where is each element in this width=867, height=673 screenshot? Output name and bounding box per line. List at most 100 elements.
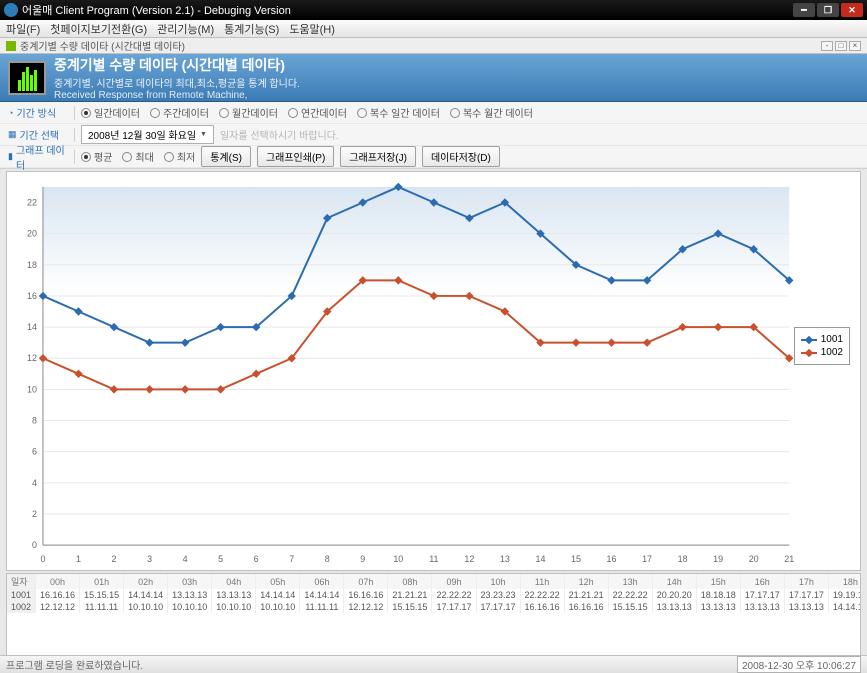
- radio-dot: [357, 108, 367, 118]
- radio-일간데이터[interactable]: 일간데이터: [81, 105, 140, 120]
- legend-label-1002: 1002: [821, 347, 843, 358]
- radio-연간데이터[interactable]: 연간데이터: [288, 105, 347, 120]
- line-chart-svg: 0246810121416182022012345678910111213141…: [7, 172, 860, 570]
- radio-최대[interactable]: 최대: [122, 149, 153, 164]
- legend-label-1001: 1001: [821, 334, 843, 345]
- date-hint: 일자를 선택하시기 바랍니다.: [220, 127, 339, 142]
- menu-help[interactable]: 도움말(H): [289, 21, 335, 37]
- svg-text:6: 6: [32, 447, 37, 457]
- radio-월간데이터[interactable]: 월간데이터: [219, 105, 278, 120]
- radio-dot: [81, 152, 91, 162]
- header-panel: 중계기별 수량 데이타 (시간대별 데이타) 중계기별, 시간별로 데이타의 최…: [0, 54, 867, 102]
- radio-dot: [219, 108, 229, 118]
- doc-min[interactable]: -: [821, 41, 833, 51]
- svg-text:14: 14: [27, 322, 37, 332]
- status-message: 프로그램 로딩을 완료하였습니다.: [6, 657, 143, 672]
- radio-평균[interactable]: 평균: [81, 149, 112, 164]
- doc-tab-title: 중계기별 수량 데이타 (시간대별 데이타): [20, 38, 185, 53]
- col-header-label: 일자: [7, 574, 36, 589]
- graph-data-label: ▮그래프 데이터: [8, 142, 68, 172]
- radio-최저[interactable]: 최저: [164, 149, 195, 164]
- menu-stats[interactable]: 통계기능(S): [224, 21, 279, 37]
- period-mode-radios: 일간데이터 주간데이터 월간데이터 연간데이터 복수 일간 데이터 복수 월간 데이터: [81, 105, 533, 120]
- svg-text:13: 13: [500, 554, 510, 564]
- radio-dot: [122, 152, 132, 162]
- period-mode-label: ◔기간 방식: [8, 105, 68, 120]
- controls-panel: ◔기간 방식 일간데이터 주간데이터 월간데이터 연간데이터 복수 일간 데이터 복수 월…: [0, 102, 867, 169]
- svg-text:8: 8: [325, 554, 330, 564]
- svg-text:11: 11: [429, 554, 438, 564]
- stat-radios: 평균 최대 최저: [81, 149, 195, 164]
- doc-close[interactable]: ×: [849, 41, 861, 51]
- chart-icon: ▮: [8, 151, 13, 162]
- svg-text:20: 20: [27, 229, 37, 239]
- date-picker[interactable]: 2008년 12월 30일 화요일▼: [81, 125, 214, 144]
- radio-복수 월간 데이터[interactable]: 복수 월간 데이터: [450, 105, 533, 120]
- menu-admin[interactable]: 관리기능(M): [157, 21, 214, 37]
- svg-text:12: 12: [27, 353, 37, 363]
- svg-text:4: 4: [183, 554, 188, 564]
- svg-text:14: 14: [535, 554, 545, 564]
- table-row[interactable]: 100116.16.1615.15.1514.14.1413.13.1313.1…: [7, 589, 861, 601]
- minimize-button[interactable]: ━: [793, 3, 815, 17]
- document-tab: 중계기별 수량 데이타 (시간대별 데이타) - □ ×: [0, 38, 867, 54]
- svg-text:6: 6: [254, 554, 259, 564]
- doc-restore[interactable]: □: [835, 41, 847, 51]
- titlebar: 어울매 Client Program (Version 2.1) - Debug…: [0, 0, 867, 20]
- radio-dot: [450, 108, 460, 118]
- svg-text:22: 22: [27, 197, 37, 207]
- svg-text:18: 18: [678, 554, 688, 564]
- svg-text:7: 7: [289, 554, 294, 564]
- calendar-icon: ▦: [8, 129, 17, 140]
- svg-text:21: 21: [784, 554, 794, 564]
- doc-controls: - □ ×: [821, 41, 861, 51]
- svg-text:16: 16: [607, 554, 617, 564]
- svg-text:1: 1: [76, 554, 81, 564]
- svg-text:10: 10: [27, 384, 37, 394]
- svg-text:0: 0: [32, 540, 37, 550]
- svg-text:15: 15: [571, 554, 581, 564]
- radio-복수 일간 데이터[interactable]: 복수 일간 데이터: [357, 105, 440, 120]
- statusbar: 프로그램 로딩을 완료하였습니다. 2008-12-30 오후 10:06:27: [0, 655, 867, 673]
- close-button[interactable]: ✕: [841, 3, 863, 17]
- window-title: 어울매 Client Program (Version 2.1) - Debug…: [22, 2, 793, 18]
- menu-file[interactable]: 파일(F): [6, 21, 40, 37]
- save-graph-button[interactable]: 그래프저장(J): [340, 146, 416, 167]
- svg-text:0: 0: [40, 554, 45, 564]
- maximize-button[interactable]: ❐: [817, 3, 839, 17]
- svg-text:18: 18: [27, 260, 37, 270]
- data-table-wrap[interactable]: 일자00h01h02h03h04h05h06h07h08h09h10h11h12…: [6, 573, 861, 667]
- save-data-button[interactable]: 데이타저장(D): [422, 146, 500, 167]
- svg-text:2: 2: [112, 554, 117, 564]
- menubar: 파일(F) 첫페이지보기전환(G) 관리기능(M) 통계기능(S) 도움말(H): [0, 20, 867, 38]
- page-title: 중계기별 수량 데이타 (시간대별 데이타): [54, 55, 300, 75]
- app-icon: [4, 3, 18, 17]
- header-chart-icon: [8, 61, 46, 95]
- legend: 1001 1002: [794, 327, 850, 365]
- period-select-label: ▦기간 선택: [8, 127, 68, 142]
- radio-주간데이터[interactable]: 주간데이터: [150, 105, 209, 120]
- clock-icon: ◔: [8, 108, 13, 118]
- radio-dot: [81, 108, 91, 118]
- svg-text:16: 16: [27, 291, 37, 301]
- legend-swatch-1002: [801, 352, 817, 354]
- svg-text:10: 10: [393, 554, 403, 564]
- print-button[interactable]: 그래프인쇄(P): [257, 146, 334, 167]
- doc-icon: [6, 41, 16, 51]
- status-clock: 2008-12-30 오후 10:06:27: [737, 656, 861, 673]
- svg-text:2: 2: [32, 509, 37, 519]
- radio-dot: [150, 108, 160, 118]
- svg-text:12: 12: [464, 554, 474, 564]
- calc-button[interactable]: 통계(S): [201, 146, 251, 167]
- page-status: Received Response from Remote Machine,: [54, 90, 300, 101]
- table-row[interactable]: 100212.12.1211.11.1110.10.1010.10.1010.1…: [7, 601, 861, 613]
- svg-text:5: 5: [218, 554, 223, 564]
- svg-text:9: 9: [360, 554, 365, 564]
- menu-firstpage[interactable]: 첫페이지보기전환(G): [50, 21, 147, 37]
- svg-text:4: 4: [32, 478, 37, 488]
- svg-text:20: 20: [749, 554, 759, 564]
- svg-text:8: 8: [32, 416, 37, 426]
- window-controls: ━ ❐ ✕: [793, 3, 863, 17]
- chart: 0246810121416182022012345678910111213141…: [6, 171, 861, 571]
- radio-dot: [164, 152, 174, 162]
